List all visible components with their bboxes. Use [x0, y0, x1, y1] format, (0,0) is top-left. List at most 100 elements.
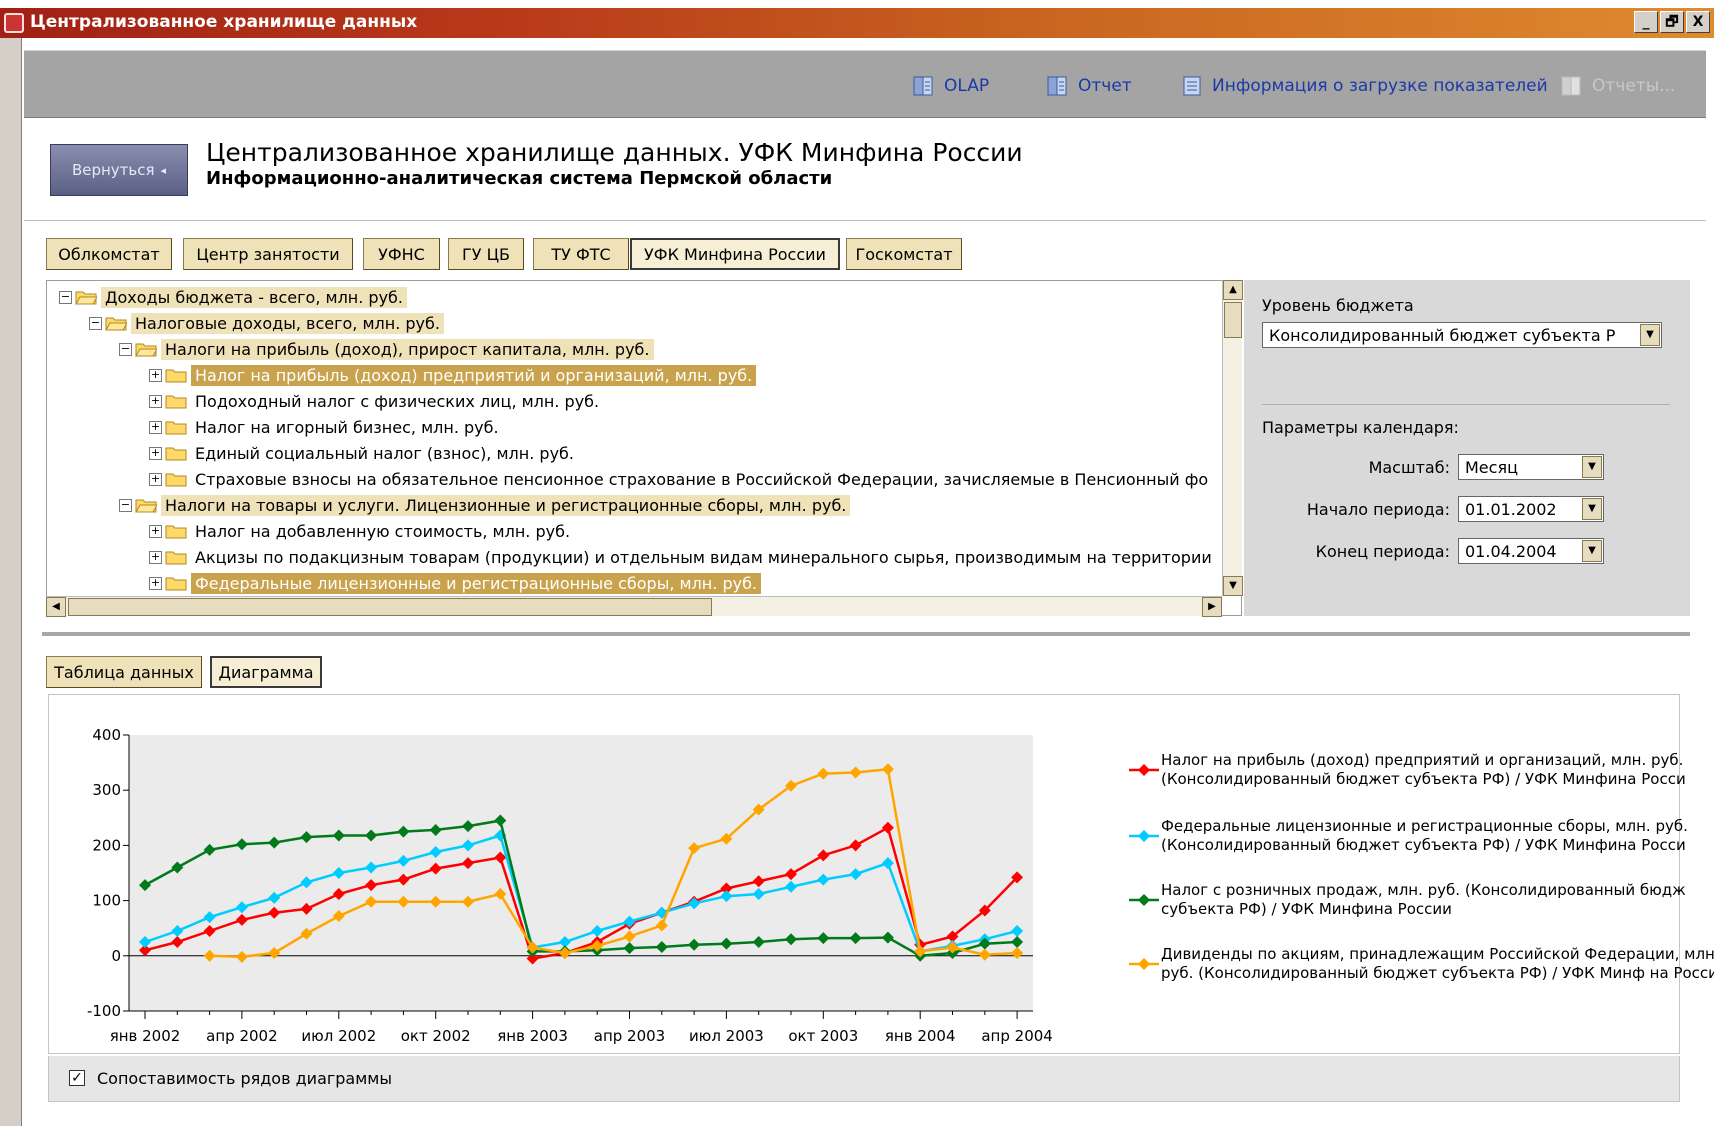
scroll-thumb[interactable] [68, 598, 712, 616]
report-icon [912, 75, 936, 97]
scroll-right-icon[interactable]: ▶ [1202, 597, 1222, 617]
line-chart: -100 0 100 200 300 400 янв 2002 апр 2002 июл 200… [87, 726, 1053, 1045]
expand-icon[interactable]: + [149, 576, 162, 590]
tab-tu-fts[interactable]: ТУ ФТС [533, 238, 629, 270]
tree-node[interactable]: − Налоги на товары и услуги. Лицензионные… [119, 493, 851, 517]
tree-node-label: Акцизы по подакцизным товарам (продукции… [195, 547, 1212, 567]
y-tick-label: 300 [92, 781, 121, 799]
chevron-down-icon[interactable]: ▼ [1582, 456, 1602, 478]
document-icon [1180, 75, 1204, 97]
scroll-up-icon[interactable]: ▲ [1223, 280, 1243, 300]
end-period-select[interactable]: 01.04.2004 ▼ [1458, 538, 1604, 564]
tree-node-label: Единый социальный налог (взнос), млн. ру… [195, 443, 574, 463]
load-info-label: Информация о загрузке показателей [1212, 76, 1548, 96]
chart-options-row: ✓ Сопоставимость рядов диаграммы [48, 1056, 1680, 1102]
minimize-button[interactable]: _ [1634, 11, 1658, 33]
tree-node[interactable]: + Подоходный налог с физических лиц, млн.… [149, 389, 603, 413]
page-subtitle: Информационно-аналитическая система Перм… [206, 168, 833, 189]
tab-oblkomstat[interactable]: Облкомстат [46, 238, 172, 270]
tree-node[interactable]: − Доходы бюджета - всего, млн. руб. [59, 285, 407, 309]
scale-value: Месяц [1465, 457, 1518, 477]
close-button[interactable]: X [1686, 11, 1710, 33]
back-button[interactable]: Вернуться ◂ [50, 144, 188, 196]
legend-label: Налог с розничных продаж, млн. руб. (Кон… [1161, 881, 1686, 918]
tree-node-label: Налог на добавленную стоимость, млн. руб… [195, 521, 571, 541]
tree-node[interactable]: + Налог на добавленную стоимость, млн. ру… [149, 519, 574, 543]
reports-label: Отчеты... [1592, 76, 1676, 96]
tab-ufk-minfin[interactable]: УФК Минфина России [630, 238, 840, 270]
end-period-label: Конец периода: [1315, 542, 1450, 561]
x-tick-label: апр 2003 [594, 1027, 665, 1045]
y-tick-label: 200 [92, 836, 121, 854]
load-info-link[interactable]: Информация о загрузке показателей [1180, 75, 1548, 97]
expand-icon[interactable]: + [149, 446, 162, 460]
tree-node[interactable]: + Налог на прибыль (доход) предприятий и … [149, 363, 757, 387]
olap-label: OLAP [944, 76, 990, 96]
top-toolbar: OLAP Отчет Информация о загрузке показат… [24, 50, 1706, 118]
scale-label: Масштаб: [1368, 458, 1450, 477]
legend-label: Дивиденды по акциям, принадлежащим Росси… [1161, 945, 1714, 982]
expand-icon[interactable]: + [149, 550, 162, 564]
budget-level-label: Уровень бюджета [1262, 296, 1414, 315]
start-period-select[interactable]: 01.01.2002 ▼ [1458, 496, 1604, 522]
scroll-down-icon[interactable]: ▼ [1223, 576, 1243, 596]
expand-icon[interactable]: + [149, 472, 162, 486]
collapse-icon[interactable]: − [89, 316, 102, 330]
tree-node[interactable]: + Акцизы по подакцизным товарам (продукци… [149, 545, 1216, 569]
expand-icon[interactable]: + [149, 394, 162, 408]
comparability-checkbox[interactable]: ✓ [69, 1070, 85, 1086]
chevron-down-icon[interactable]: ▼ [1582, 540, 1602, 562]
collapse-icon[interactable]: − [119, 342, 132, 356]
end-period-value: 01.04.2004 [1465, 541, 1557, 561]
tab-employment-center[interactable]: Центр занятости [183, 238, 353, 270]
tree-horizontal-scrollbar[interactable]: ◀ ▶ [46, 596, 1222, 617]
chevron-down-icon[interactable]: ▼ [1582, 498, 1602, 520]
tree-node[interactable]: + Федеральные лицензионные и регистрацион… [149, 571, 762, 595]
expand-icon[interactable]: + [149, 524, 162, 538]
folder-icon [135, 497, 158, 513]
tree-node-label: Доходы бюджета - всего, млн. руб. [101, 286, 407, 308]
tree-node[interactable]: + Налог на игорный бизнес, млн. руб. [149, 415, 503, 439]
folder-icon [165, 419, 187, 435]
x-tick-label: янв 2002 [110, 1027, 181, 1045]
scale-select[interactable]: Месяц ▼ [1458, 454, 1604, 480]
collapse-icon[interactable]: − [59, 290, 72, 304]
tab-data-table[interactable]: Таблица данных [46, 656, 202, 688]
indicator-tree: − Доходы бюджета - всего, млн. руб. − Налог… [46, 280, 1242, 616]
expand-icon[interactable]: + [149, 420, 162, 434]
legend-label: Налог на прибыль (доход) предприятий и о… [1161, 751, 1686, 788]
window-titlebar: Централизованное хранилище данных _ 🗗 X [0, 8, 1714, 38]
budget-level-select[interactable]: Консолидированный бюджет субъекта Р ▼ [1262, 322, 1662, 348]
tree-vertical-scrollbar[interactable]: ▲ ▼ [1222, 280, 1243, 596]
start-period-label: Начало периода: [1306, 500, 1450, 519]
tree-node-label: Подоходный налог с физических лиц, млн. … [195, 391, 600, 411]
report-icon [1046, 75, 1070, 97]
comparability-label: Сопоставимость рядов диаграммы [97, 1069, 393, 1088]
tree-node[interactable]: − Налоговые доходы, всего, млн. руб. [89, 311, 444, 335]
y-tick-label: 400 [92, 726, 121, 744]
tree-node[interactable]: + Страховые взносы на обязательное пенсио… [149, 467, 1212, 491]
folder-icon [165, 575, 187, 591]
reports-link[interactable]: Отчеты... [1560, 75, 1675, 97]
scroll-thumb[interactable] [1224, 302, 1242, 338]
x-tick-label: апр 2002 [206, 1027, 277, 1045]
collapse-icon[interactable]: − [119, 498, 132, 512]
folder-icon [165, 445, 187, 461]
tree-node-label: Федеральные лицензионные и регистрационн… [191, 572, 762, 594]
tree-node[interactable]: + Единый социальный налог (взнос), млн. р… [149, 441, 578, 465]
scroll-left-icon[interactable]: ◀ [46, 597, 66, 617]
tab-ufns[interactable]: УФНС [363, 238, 440, 270]
restore-button[interactable]: 🗗 [1660, 11, 1684, 33]
expand-icon[interactable]: + [149, 368, 162, 382]
tree-node[interactable]: − Налоги на прибыль (доход), прирост капи… [119, 337, 654, 361]
report-link[interactable]: Отчет [1046, 75, 1132, 97]
tab-gu-cb[interactable]: ГУ ЦБ [448, 238, 524, 270]
tab-chart[interactable]: Диаграмма [210, 656, 322, 688]
folder-icon [165, 393, 187, 409]
panel-splitter[interactable] [42, 632, 1690, 636]
olap-link[interactable]: OLAP [912, 75, 989, 97]
folder-icon [135, 341, 158, 357]
folder-icon [165, 471, 187, 487]
chevron-down-icon[interactable]: ▼ [1640, 324, 1660, 346]
tab-goskomstat[interactable]: Госкомстат [846, 238, 962, 270]
